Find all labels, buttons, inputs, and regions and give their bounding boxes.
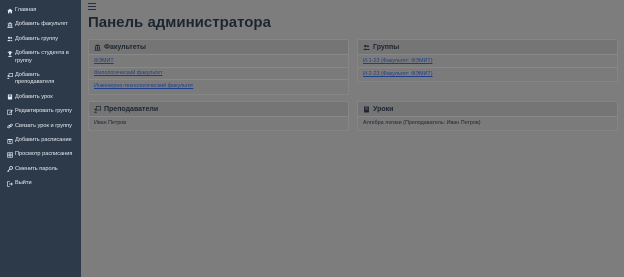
teachers-card: Преподаватели Иван Петров — [88, 101, 349, 131]
link-icon — [7, 123, 13, 129]
card-title: Уроки — [373, 105, 394, 113]
lesson-name: Алгебра логики (Преподаватель: Иван Петр… — [363, 120, 481, 127]
list-item: И-2-23 (Факультет: ФЭМИТ) — [358, 68, 617, 81]
university-icon — [94, 43, 101, 51]
sidebar-item-label: Главная — [15, 7, 37, 13]
faculty-link[interactable]: Инженерно-технологический факультет — [94, 83, 193, 89]
list-item: Филологический факультет — [89, 68, 348, 80]
sidebar-item-label: Добавить урок — [15, 93, 53, 100]
sidebar-item-add-schedule[interactable]: Добавить расписание — [0, 137, 81, 144]
group-link[interactable]: И-1-23 (Факультет: ФЭМИТ) — [363, 58, 433, 64]
sidebar-item-label: Сменить пароль — [15, 165, 58, 172]
chalkboard-teacher-icon — [7, 72, 13, 79]
sidebar-item-change-password[interactable]: Сменить пароль — [0, 166, 81, 173]
main-content: Панель администратора Факультеты ФЭМИТ Ф… — [81, 0, 624, 277]
sidebar-item-label: Добавить группу — [15, 35, 59, 42]
page-title: Панель администратора — [88, 14, 271, 31]
sidebar-item-label: Добавить расписание — [15, 137, 72, 144]
card-title: Преподаватели — [104, 105, 159, 113]
list-item: ФЭМИТ — [89, 55, 348, 68]
book-icon — [7, 94, 13, 100]
card-header: Преподаватели — [89, 102, 348, 117]
hamburger-menu-icon[interactable] — [88, 3, 96, 10]
sidebar-item-label: Выйти — [15, 180, 32, 187]
book-icon — [363, 106, 370, 113]
faculties-card: Факультеты ФЭМИТ Филологический факульте… — [88, 39, 349, 95]
faculty-link[interactable]: Филологический факультет — [94, 70, 162, 76]
sign-out-icon — [7, 181, 13, 187]
sidebar-item-add-faculty[interactable]: Добавить факультет — [0, 21, 81, 28]
sidebar-item-add-teacher[interactable]: Добавить преподавателя — [0, 72, 81, 87]
sidebar-item-label: Добавить факультет — [15, 21, 68, 28]
sidebar-item-link-lesson-group[interactable]: Связать урок и группу — [0, 123, 81, 130]
table-icon — [7, 152, 13, 158]
sidebar-item-label: Добавить студента в группу — [15, 50, 69, 64]
sidebar-item-home[interactable]: Главная — [0, 7, 81, 14]
sidebar-item-view-schedule[interactable]: Просмотр расписания — [0, 151, 81, 158]
group-link[interactable]: И-2-23 (Факультет: ФЭМИТ) — [363, 71, 433, 77]
list-item: И-1-23 (Факультет: ФЭМИТ) — [358, 55, 617, 68]
sidebar-item-add-student[interactable]: Добавить студента в группу — [0, 50, 81, 65]
sidebar: Главная Добавить факультет Добавить груп… — [0, 0, 81, 277]
card-title: Группы — [373, 43, 400, 51]
calendar-plus-icon — [7, 138, 13, 144]
list-item: Алгебра логики (Преподаватель: Иван Петр… — [358, 117, 617, 130]
edit-icon — [7, 109, 13, 115]
list-item: Иван Петров — [89, 117, 348, 130]
card-title: Факультеты — [104, 43, 146, 51]
lessons-card: Уроки Алгебра логики (Преподаватель: Ива… — [357, 101, 618, 131]
users-icon — [7, 36, 13, 42]
sidebar-item-logout[interactable]: Выйти — [0, 180, 81, 187]
user-graduate-icon — [7, 50, 13, 57]
card-header: Факультеты — [89, 40, 348, 55]
sidebar-item-label: Связать урок и группу — [15, 122, 72, 129]
sidebar-item-add-group[interactable]: Добавить группу — [0, 36, 81, 43]
home-icon — [7, 8, 13, 14]
groups-card: Группы И-1-23 (Факультет: ФЭМИТ) И-2-23 … — [357, 39, 618, 82]
list-item: Инженерно-технологический факультет — [89, 80, 348, 93]
users-icon — [363, 44, 370, 51]
card-header: Группы — [358, 40, 617, 55]
university-icon — [7, 22, 13, 28]
sidebar-item-label: Просмотр расписания — [15, 151, 73, 158]
teacher-name: Иван Петров — [94, 120, 127, 127]
sidebar-item-label: Редактировать группу — [15, 108, 72, 115]
key-icon — [7, 166, 13, 173]
sidebar-item-add-lesson[interactable]: Добавить урок — [0, 94, 81, 101]
chalkboard-teacher-icon — [94, 105, 101, 113]
card-header: Уроки — [358, 102, 617, 117]
sidebar-item-edit-group[interactable]: Редактировать группу — [0, 108, 81, 115]
faculty-link[interactable]: ФЭМИТ — [94, 58, 114, 64]
sidebar-item-label: Добавить преподавателя — [15, 72, 55, 86]
